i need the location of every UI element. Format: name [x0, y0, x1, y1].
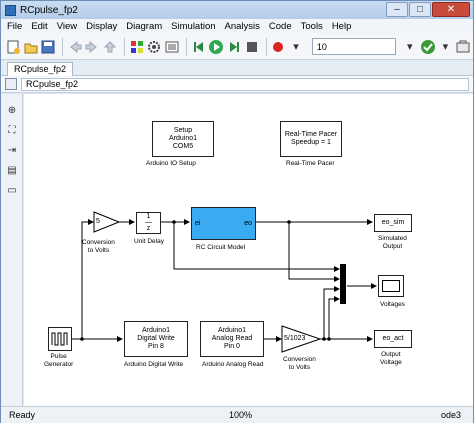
arduino-analog-read-block[interactable]: Arduino1 Analog Read Pin 0	[200, 321, 264, 357]
minimize-button[interactable]: –	[386, 2, 408, 17]
advisor-dropdown-chevron-icon[interactable]: ▾	[438, 38, 454, 56]
menu-code[interactable]: Code	[269, 21, 292, 32]
scope-screen-icon	[382, 280, 400, 292]
model-path-breadcrumb[interactable]: RCpulse_fp2	[21, 77, 469, 91]
close-button[interactable]: ✕	[432, 2, 470, 17]
simulink-app-icon	[5, 4, 16, 16]
pulse-generator-label: Pulse Generator	[44, 353, 74, 368]
menu-tools[interactable]: Tools	[301, 21, 323, 32]
menu-file[interactable]: File	[7, 21, 22, 32]
model-explorer-icon[interactable]	[164, 38, 180, 56]
window-title: RCpulse_fp2	[20, 4, 78, 16]
tab-model[interactable]: RCpulse_fp2	[7, 62, 74, 76]
pulse-wave-icon	[51, 332, 68, 346]
title-bar: RCpulse_fp2 – □ ✕	[1, 1, 473, 19]
arrow-icon[interactable]: ⇥	[5, 144, 19, 157]
back-arrow-icon[interactable]	[67, 38, 83, 56]
model-config-gear-icon[interactable]	[146, 38, 162, 56]
menu-analysis[interactable]: Analysis	[225, 21, 260, 32]
eo-sim-workspace-block[interactable]: eo_sim	[374, 214, 412, 232]
voltages-scope-block[interactable]	[378, 275, 404, 297]
stop-time-input[interactable]	[311, 38, 396, 55]
toolbar: ▾ ▾ ▾	[1, 34, 473, 60]
forward-arrow-icon[interactable]	[85, 38, 101, 56]
stop-icon[interactable]	[244, 38, 260, 56]
mux-block[interactable]	[340, 264, 346, 304]
arduino-digital-write-block[interactable]: Arduino1 Digital Write Pin 8	[124, 321, 188, 357]
gain2-label: Conversion to Volts	[283, 356, 316, 371]
run-icon[interactable]	[208, 38, 224, 56]
menu-view[interactable]: View	[57, 21, 77, 32]
menu-edit[interactable]: Edit	[31, 21, 47, 32]
eo-act-label: Output Voltage	[380, 351, 402, 366]
arduino-digital-write-label: Arduino Digital Write	[124, 361, 184, 368]
real-time-pacer-block[interactable]: Real-Time Pacer Speedup = 1	[280, 121, 342, 157]
annotation-icon[interactable]: ▤	[5, 164, 19, 177]
unit-delay-label: Unit Delay	[134, 238, 164, 245]
rc-in-port-label: ei	[195, 219, 201, 227]
menu-display[interactable]: Display	[86, 21, 117, 32]
left-palette: ⊕ ⛶ ⇥ ▤ ▭	[1, 94, 23, 406]
new-model-icon[interactable]	[5, 38, 21, 56]
maximize-button[interactable]: □	[409, 2, 431, 17]
menu-diagram[interactable]: Diagram	[126, 21, 162, 32]
menu-simulation[interactable]: Simulation	[171, 21, 215, 32]
unit-delay-block[interactable]: 1 — z	[136, 212, 161, 234]
record-icon[interactable]	[271, 38, 287, 56]
build-icon[interactable]	[455, 38, 471, 56]
rc-circuit-model-subsystem[interactable]: ei eo	[191, 207, 256, 240]
model-icon	[5, 78, 17, 90]
record-dropdown-chevron-icon[interactable]: ▾	[288, 38, 304, 56]
toolbar-separator	[265, 37, 267, 56]
library-browser-icon[interactable]	[129, 38, 145, 56]
status-solver: ode3	[441, 410, 462, 420]
toolbar-separator	[185, 37, 187, 56]
rc-circuit-model-label: RC Circuit Model	[196, 244, 246, 251]
menu-help[interactable]: Help	[332, 21, 352, 32]
up-to-parent-icon[interactable]	[102, 38, 118, 56]
open-folder-icon[interactable]	[23, 38, 39, 56]
eo-sim-label: Simulated Output	[378, 235, 407, 250]
gain-label: Conversion to Volts	[82, 239, 115, 254]
image-icon[interactable]: ▭	[5, 184, 19, 197]
voltages-label: Voltages	[380, 301, 405, 308]
pulse-generator-block[interactable]	[48, 327, 72, 351]
save-icon[interactable]	[40, 38, 56, 56]
real-time-pacer-label: Real-Time Pacer	[286, 160, 335, 167]
status-ready: Ready	[9, 410, 36, 420]
status-zoom: 100%	[229, 410, 253, 420]
model-canvas[interactable]: 5 Conversion to Volts 5/1023 Conversion …	[24, 94, 473, 406]
step-forward-icon[interactable]	[226, 38, 242, 56]
mode-dropdown-chevron-icon[interactable]: ▾	[402, 38, 418, 56]
eo-act-workspace-block[interactable]: eo_act	[374, 330, 412, 348]
toolbar-separator	[123, 37, 125, 56]
rc-out-port-label: eo	[244, 219, 252, 227]
arduino-analog-read-label: Arduino Analog Read	[202, 361, 264, 368]
menu-bar: File Edit View Display Diagram Simulatio…	[1, 19, 473, 34]
arduino-io-setup-block[interactable]: Setup Arduino1 COM5	[152, 121, 214, 157]
model-advisor-check-icon[interactable]	[420, 38, 436, 56]
step-back-icon[interactable]	[191, 38, 207, 56]
gain-value: 5	[96, 218, 100, 225]
fit-to-view-icon[interactable]: ⛶	[5, 124, 19, 137]
status-bar: Ready 100% ode3	[1, 406, 473, 423]
address-bar: RCpulse_fp2	[1, 76, 473, 93]
gain2-value: 5/1023	[284, 335, 306, 342]
zoom-icon[interactable]: ⊕	[5, 104, 19, 117]
tab-bar: RCpulse_fp2	[1, 61, 473, 76]
arduino-io-setup-label: Arduino IO Setup	[146, 160, 196, 167]
main-window: RCpulse_fp2 – □ ✕ File Edit View Display…	[0, 0, 474, 423]
toolbar-separator	[62, 37, 63, 56]
